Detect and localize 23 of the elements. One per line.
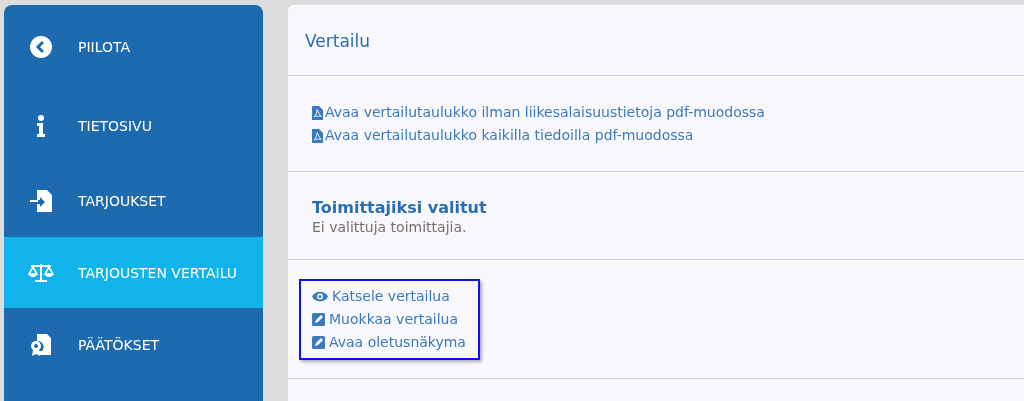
scale-icon: [28, 262, 54, 283]
edit-icon: [312, 336, 325, 349]
pdf-file-icon: [312, 105, 323, 120]
panel-title: Vertailu: [305, 31, 372, 51]
sidebar-item[interactable]: TARJOUSTEN VERTAILU: [4, 237, 263, 308]
sidebar-item[interactable]: TARJOUKSET: [4, 164, 263, 237]
edit-icon: [312, 313, 325, 326]
back-circle-icon: [30, 35, 52, 58]
action-link[interactable]: Muokkaa vertailua: [312, 308, 459, 331]
eye-icon: [312, 291, 328, 302]
pdf-link[interactable]: Avaa vertailutaulukko ilman liikesalaisuustietoja pdf-muodossa: [312, 101, 765, 124]
pdf-file-icon: [312, 128, 323, 143]
file-import-icon: [29, 188, 53, 213]
info-icon: [36, 115, 46, 137]
action-link[interactable]: Katsele vertailua: [312, 285, 450, 308]
pdf-link[interactable]: Avaa vertailutaulukko kaikilla tiedoilla pdf-muodossa: [312, 124, 694, 147]
certificate-icon: [30, 333, 52, 357]
action-link[interactable]: Avaa oletusnäkyma: [312, 331, 466, 354]
sidebar-item[interactable]: PIILOTA: [4, 5, 263, 88]
sidebar-item[interactable]: PÄÄTÖKSET: [4, 308, 263, 382]
section-heading: Toimittajiksi valitut: [312, 198, 488, 217]
sidebar-item[interactable]: TIETOSIVU: [4, 88, 263, 164]
empty-text: Ei valittuja toimittajia.: [312, 219, 468, 235]
